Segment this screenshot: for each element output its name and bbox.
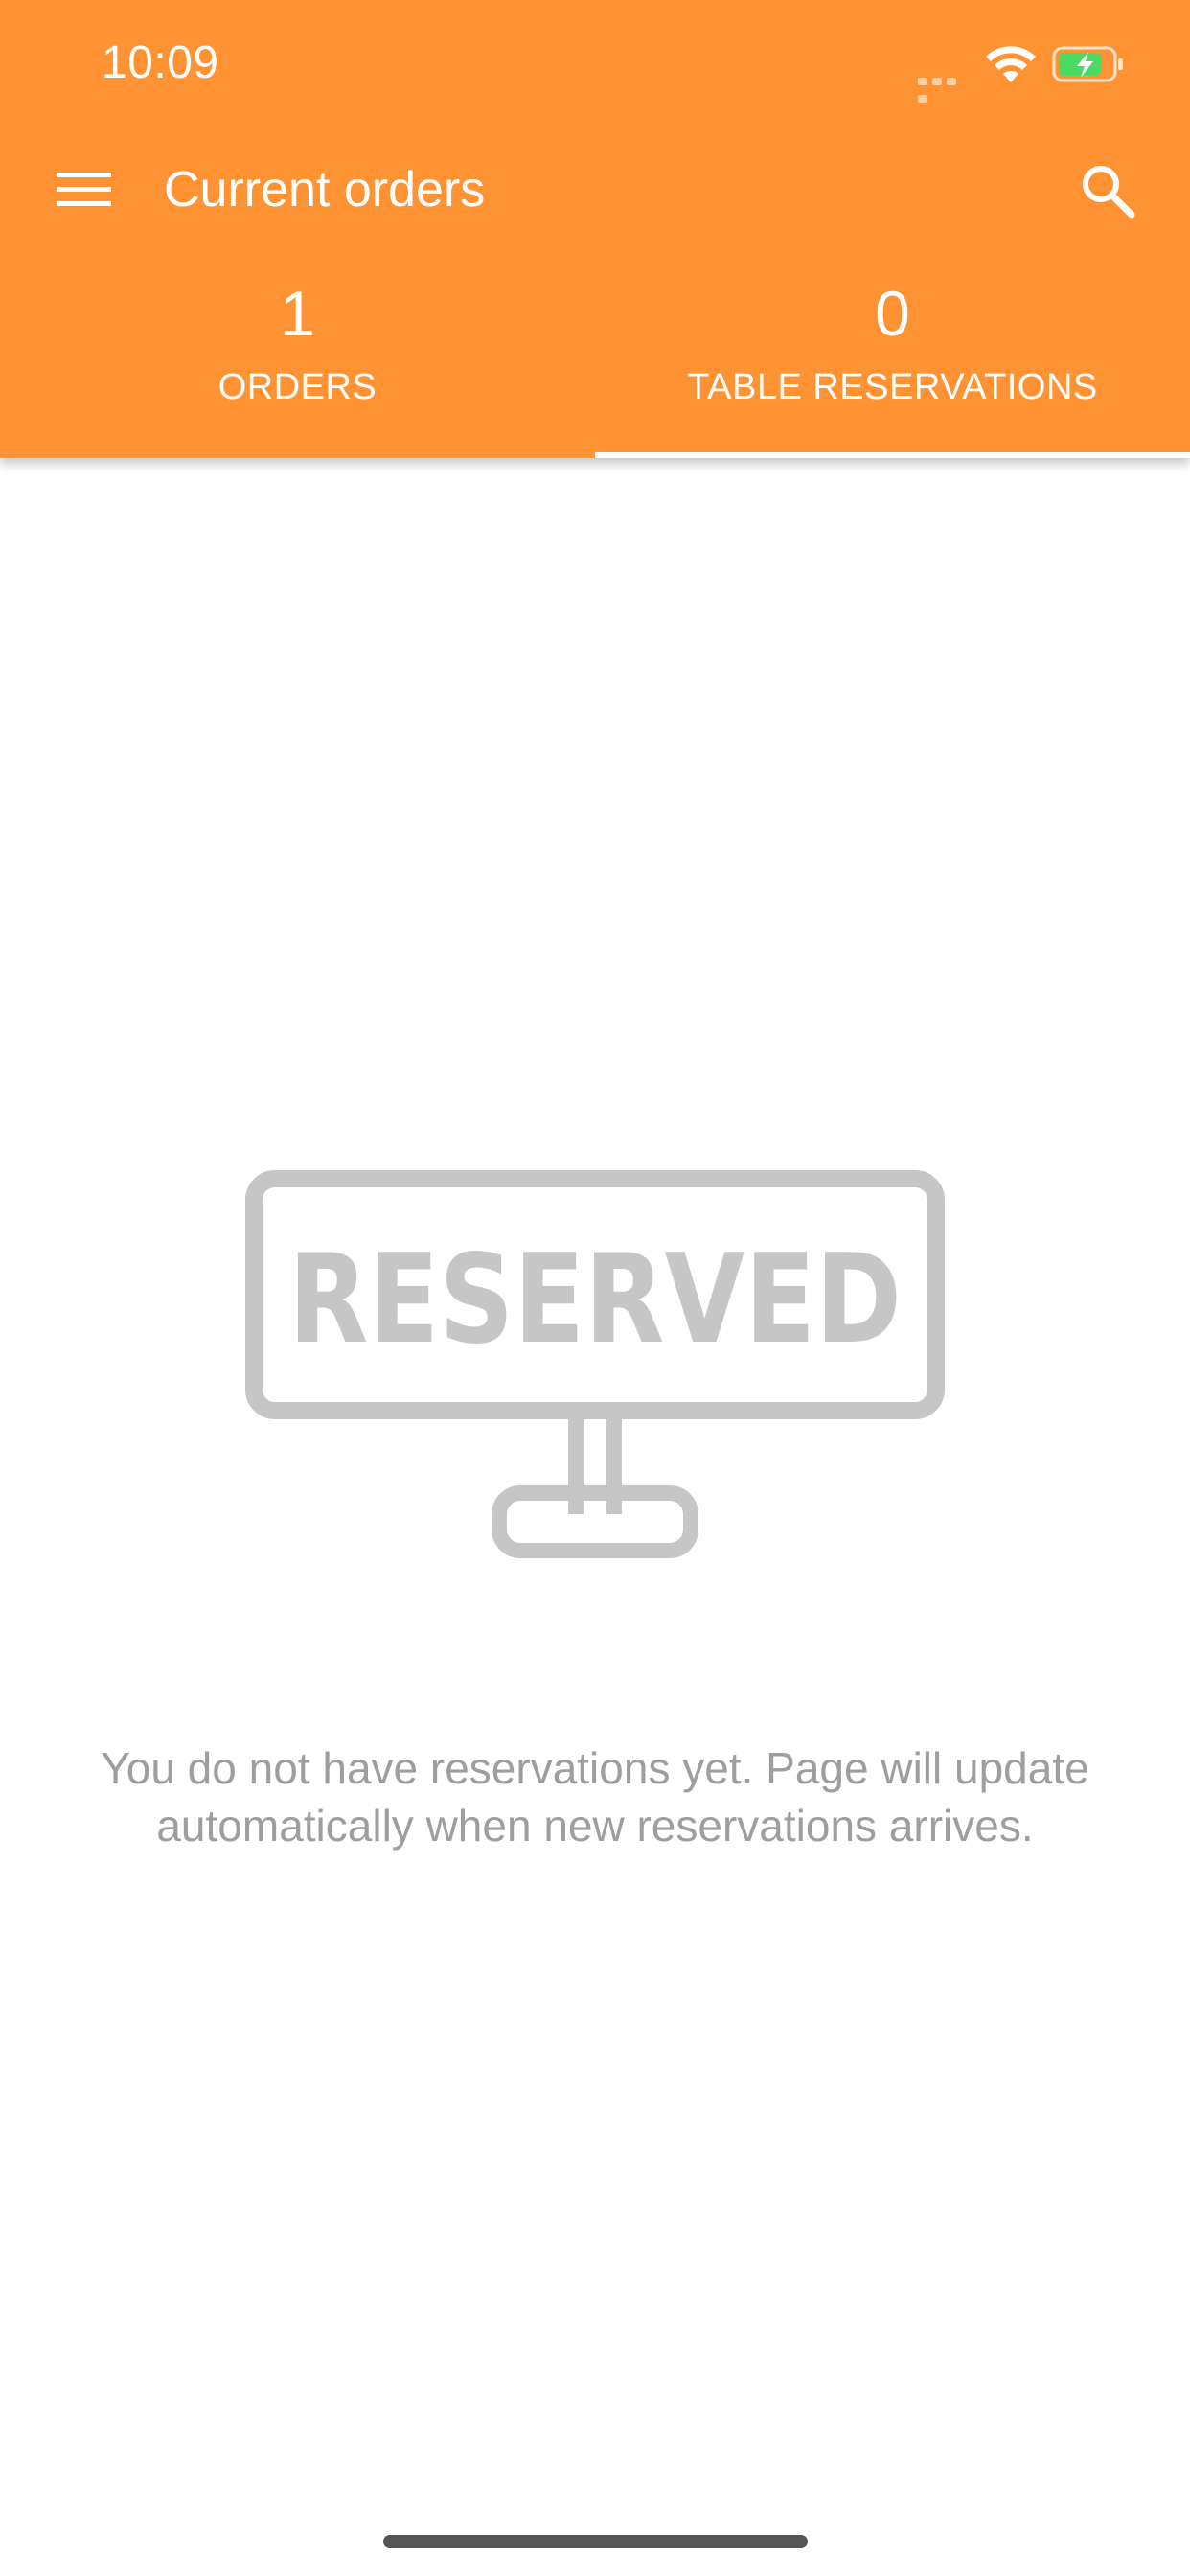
- tab-orders-count: 1: [280, 278, 315, 349]
- tab-table-reservations[interactable]: 0 TABLE RESERVATIONS: [595, 264, 1190, 458]
- toolbar: Current orders: [0, 129, 1190, 249]
- tab-reservations-count: 0: [875, 278, 910, 349]
- tab-bar: 1 ORDERS 0 TABLE RESERVATIONS: [0, 264, 1190, 458]
- cellular-signal-icon: [918, 73, 973, 103]
- reserved-sign-text: RESERVED: [288, 1229, 902, 1371]
- selected-tab-indicator: [595, 452, 1190, 458]
- page-title: Current orders: [164, 162, 486, 218]
- menu-button[interactable]: [48, 158, 121, 221]
- tab-orders-label: ORDERS: [217, 367, 378, 407]
- home-indicator[interactable]: [383, 2535, 808, 2548]
- empty-state-message: You do not have reservations yet. Page w…: [101, 1743, 1089, 1851]
- hamburger-menu-icon: [57, 172, 111, 206]
- reserved-sign-icon: RESERVED: [245, 1170, 945, 1558]
- search-button[interactable]: [1069, 152, 1146, 229]
- app-bar: 10:09 Current orders 1 ORDERS 0 TABLE RE…: [0, 0, 1190, 458]
- tab-orders[interactable]: 1 ORDERS: [0, 264, 595, 458]
- wifi-icon: [986, 46, 1036, 82]
- search-icon: [1083, 166, 1135, 218]
- battery-charging-icon: [1052, 46, 1123, 82]
- tab-reservations-label: TABLE RESERVATIONS: [687, 367, 1098, 407]
- status-bar: 10:09: [0, 0, 1190, 129]
- status-time: 10:09: [102, 37, 219, 88]
